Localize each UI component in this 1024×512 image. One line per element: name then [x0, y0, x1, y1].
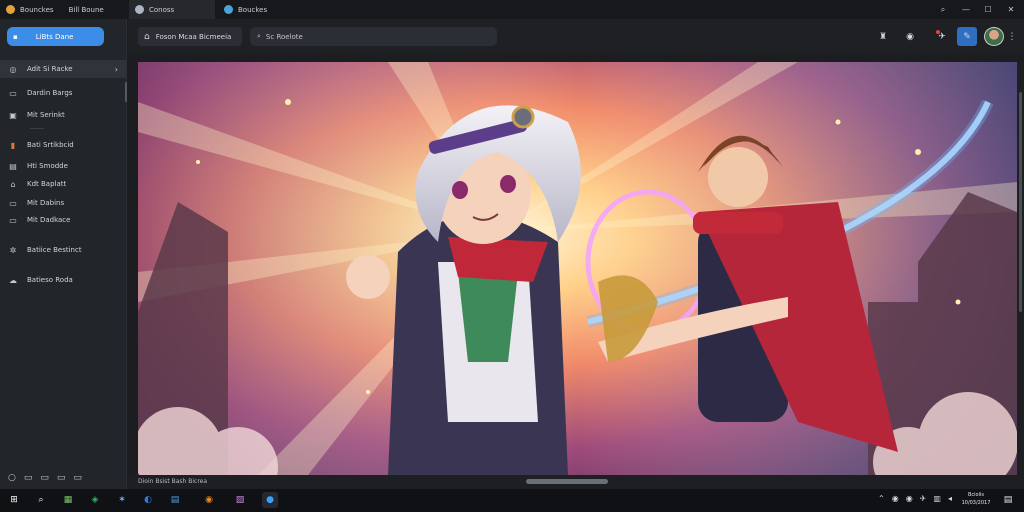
page-favicon-icon	[224, 5, 233, 14]
sidebar-item-mit-dabins[interactable]: ▭ Mit Dabins	[0, 194, 126, 212]
toggle-icon: ▭	[9, 215, 17, 225]
page-favicon-icon	[135, 5, 144, 14]
chevron-right-icon: ›	[114, 64, 118, 74]
sidebar-item-dardin[interactable]: ▭ Dardin Bargs	[0, 84, 126, 102]
book-icon: ▤	[9, 161, 17, 171]
system-tray: ⌃ ◉ ◉ ✈ ▥ ◂	[878, 494, 952, 503]
app-tray-icon[interactable]: ◉	[892, 494, 899, 503]
breadcrumb[interactable]: ⌂ Foson Mcaa Bicmeeia	[138, 27, 242, 46]
monitor-icon: ▣	[9, 110, 17, 120]
sidebar-item-batieso[interactable]: ☁ Batieso Roda	[0, 271, 126, 289]
chat-app-icon[interactable]: ◈	[87, 492, 103, 508]
app-tray-icon[interactable]: ◉	[906, 494, 913, 503]
image-icon[interactable]: ▭	[24, 473, 33, 483]
start-icon[interactable]: ⊞	[6, 492, 22, 508]
edit-icon[interactable]: ✎	[957, 27, 977, 46]
more-icon[interactable]: ⋮	[1005, 27, 1019, 46]
app-favicon-icon	[6, 5, 15, 14]
app-tray-icon[interactable]: ✈	[920, 494, 927, 503]
horizontal-scrollbar[interactable]	[526, 479, 608, 484]
sidebar-bottom-icons: ○ ▭ ▭ ▭ ▭	[8, 473, 82, 483]
gallery-icon[interactable]: ▭	[40, 473, 49, 483]
sidebar-item-mit-serinkt[interactable]: ▣ Mit Serinkt	[0, 106, 126, 124]
browser-icon[interactable]: ◐	[140, 492, 156, 508]
home-icon: ⌂	[144, 31, 150, 42]
image-viewer-icon[interactable]: ▨	[232, 492, 248, 508]
tab-bouckes[interactable]: Bouckes	[218, 0, 308, 19]
chat-icon[interactable]: ◉	[900, 27, 920, 46]
tab-conoss[interactable]: Conoss	[129, 0, 215, 19]
notify-icon[interactable]: ✈	[932, 27, 952, 46]
layers-icon[interactable]: ▭	[73, 473, 82, 483]
sidebar-item-kdt[interactable]: ⌂ Kdt Baplatt	[0, 175, 126, 193]
files-icon[interactable]: ▦	[60, 492, 76, 508]
active-app-icon[interactable]: ●	[262, 492, 278, 508]
close-button[interactable]: ✕	[1000, 0, 1022, 19]
card-icon: ▭	[9, 88, 17, 98]
search-icon: ⌕	[257, 32, 261, 40]
maximize-button[interactable]: ☐	[977, 0, 999, 19]
status-bar: Dioin Bsist Bash Bicrea	[128, 475, 1024, 489]
search-icon[interactable]: ⌕	[33, 492, 49, 508]
grid-icon[interactable]: ▭	[57, 473, 66, 483]
folder-icon: ▮	[10, 140, 16, 150]
sidebar-item-batiice[interactable]: ✲ Batiice Bestinct	[0, 241, 126, 259]
store-icon[interactable]: ▤	[167, 492, 183, 508]
divider	[30, 128, 44, 129]
cloud-icon: ☁	[9, 275, 17, 285]
bookmark-icon: ▪	[13, 32, 18, 41]
notifications-icon[interactable]: ▤	[1000, 492, 1016, 508]
sidebar-item-adit[interactable]: ◎ Adit Si Racke ›	[0, 60, 126, 78]
office-icon[interactable]: ◉	[201, 492, 217, 508]
new-button[interactable]: ▪ LiBts Dane	[7, 27, 104, 46]
minimize-button[interactable]: —	[955, 0, 977, 19]
circle-icon[interactable]: ○	[8, 473, 16, 483]
tools-icon[interactable]: ✶	[114, 492, 130, 508]
sidebar-item-bati[interactable]: ▮ Bati Srtikbcid	[0, 136, 126, 154]
volume-icon[interactable]: ◂	[948, 494, 952, 503]
sidebar-item-hti[interactable]: ▤ Hti Smodde	[0, 157, 126, 175]
avatar[interactable]	[984, 27, 1004, 46]
pin-icon[interactable]: ⌕	[932, 0, 954, 19]
sidebar-item-mit-dadkace[interactable]: ▭ Mit Dadkace	[0, 211, 126, 229]
compass-icon: ◎	[9, 64, 17, 74]
anime-artwork-image	[138, 62, 1017, 475]
chevron-up-icon[interactable]: ⌃	[878, 494, 885, 503]
clock[interactable]: Bciolis 10/03/2017	[958, 491, 994, 507]
sidebar-scrollbar[interactable]	[125, 82, 127, 102]
network-icon[interactable]: ▥	[933, 494, 941, 503]
toggle-icon: ▭	[9, 198, 17, 208]
main-image	[138, 62, 1017, 475]
search-input[interactable]: ⌕ Sc Roelote	[250, 27, 497, 46]
gift-icon[interactable]: ♜	[873, 27, 893, 46]
vertical-scrollbar[interactable]	[1017, 62, 1024, 475]
box-icon: ⌂	[10, 179, 16, 189]
settings-icon: ✲	[9, 245, 17, 255]
tab-bounckes[interactable]: Bounckes Bill Boune	[0, 0, 125, 19]
